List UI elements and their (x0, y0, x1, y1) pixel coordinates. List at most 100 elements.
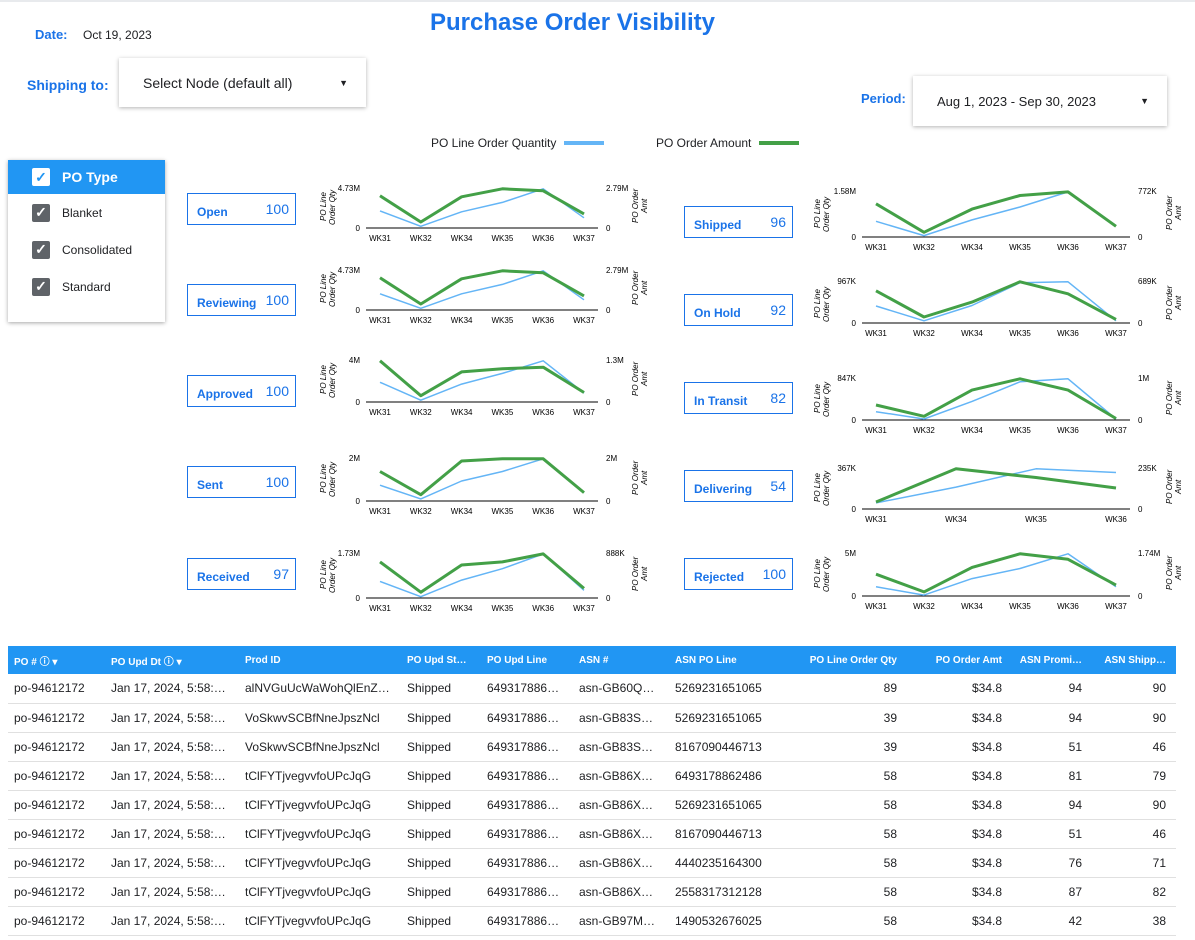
col-header-po-upd-status[interactable]: PO Upd St… (401, 646, 481, 674)
left-axis-max-label: 4.73M (338, 266, 361, 275)
table-cell: Shipped (401, 732, 481, 762)
po-type-option-standard[interactable]: ✓ Standard (8, 268, 165, 305)
right-axis-max-label: 2.79M (606, 184, 629, 193)
table-cell: 1490532676025 (669, 906, 789, 936)
col-header-po-line-order-qty[interactable]: PO Line Order Qty (789, 646, 907, 674)
right-axis-max-label: 888K (606, 549, 625, 558)
status-card-open[interactable]: Open 100 (187, 193, 296, 225)
status-card-on-hold[interactable]: On Hold 92 (684, 294, 793, 326)
left-axis-max-label: 4.73M (338, 184, 361, 193)
table-cell: 76 (1012, 848, 1092, 878)
series-line-amt (379, 552, 585, 594)
status-card-received[interactable]: Received 97 (187, 558, 296, 590)
col-header-po-order-amt[interactable]: PO Order Amt (907, 646, 1012, 674)
x-tick-label: WK35 (492, 316, 514, 325)
status-card-delivering[interactable]: Delivering 54 (684, 470, 793, 502)
left-axis-zero-label: 0 (356, 398, 361, 407)
right-axis-title: Amt (640, 371, 649, 387)
checkbox-checked-icon[interactable]: ✓ (32, 240, 50, 259)
table-cell: Shipped (401, 703, 481, 733)
left-axis-zero-label: 0 (852, 233, 857, 242)
status-card-shipped[interactable]: Shipped 96 (684, 206, 793, 238)
x-tick-label: WK37 (1105, 329, 1127, 338)
left-axis-max-label: 1.58M (834, 187, 857, 196)
x-tick-label: WK32 (410, 234, 432, 243)
x-tick-label: WK34 (961, 602, 983, 611)
status-card-in-transit[interactable]: In Transit 82 (684, 382, 793, 414)
col-header-asn-promised[interactable]: ASN Promi… (1012, 646, 1092, 674)
checkbox-checked-icon[interactable]: ✓ (32, 168, 50, 186)
legend-qty-swatch (564, 141, 605, 145)
x-tick-label: WK35 (492, 507, 514, 516)
x-tick-label: WK36 (532, 507, 554, 516)
left-axis-title: Order Qty (822, 381, 831, 417)
table-row[interactable]: po-94612172 Jan 17, 2024, 5:58:… VoSkwvSCB… (8, 732, 1176, 762)
table-header-row: PO # ⓘ ▾ PO Upd Dt ⓘ ▾ Prod ID PO Upd St… (8, 646, 1176, 674)
mini-line-chart: PO Line Order Qty PO Order Amt 1.73M 0 888K 0 WK… (319, 549, 649, 613)
x-tick-label: WK36 (532, 408, 554, 417)
col-header-asn-shipped[interactable]: ASN Shipp… (1092, 646, 1176, 674)
status-card-reviewing[interactable]: Reviewing 100 (187, 284, 296, 316)
mini-line-chart: PO Line Order Qty PO Order Amt 367K 0 235K 0 WK3… (813, 464, 1183, 524)
table-row[interactable]: po-94612172 Jan 17, 2024, 5:58:… VoSkwvSCB… (8, 703, 1176, 733)
table-row[interactable]: po-94612172 Jan 17, 2024, 5:58:… tClFYTjve… (8, 906, 1176, 936)
checkbox-checked-icon[interactable]: ✓ (32, 277, 50, 296)
info-icon: ⓘ (39, 656, 50, 668)
table-cell: 8167090446713 (669, 732, 789, 762)
right-axis-max-label: 1.3M (606, 356, 624, 365)
period-select-value: Aug 1, 2023 - Sep 30, 2023 (937, 93, 1097, 109)
right-axis-title: Amt (1174, 390, 1183, 406)
table-cell: Jan 17, 2024, 5:58:… (105, 819, 239, 849)
period-select-dropdown[interactable]: Aug 1, 2023 - Sep 30, 2023 ▼ (913, 76, 1167, 126)
status-card-approved[interactable]: Approved 100 (187, 375, 296, 407)
table-cell: VoSkwvSCBfNneJpszNcl (239, 703, 401, 733)
x-tick-label: WK31 (865, 329, 887, 338)
table-cell: 38 (1092, 906, 1176, 936)
col-header-po-upd-dt[interactable]: PO Upd Dt ⓘ ▾ (105, 646, 239, 674)
col-header-po-upd-line[interactable]: PO Upd Line (481, 646, 573, 674)
table-row[interactable]: po-94612172 Jan 17, 2024, 5:58:… tClFYTjve… (8, 848, 1176, 878)
table-row[interactable]: po-94612172 Jan 17, 2024, 5:58:… tClFYTjve… (8, 877, 1176, 907)
table-cell: tClFYTjvegvvfoUPcJqG (239, 819, 401, 849)
x-tick-label: WK32 (913, 602, 935, 611)
x-tick-label: WK32 (913, 329, 935, 338)
table-cell: 51 (1012, 819, 1092, 849)
series-line-amt (875, 190, 1117, 234)
series-line-amt (875, 467, 1117, 504)
x-tick-label: WK37 (1105, 426, 1127, 435)
table-row[interactable]: po-94612172 Jan 17, 2024, 5:58:… tClFYTjve… (8, 819, 1176, 849)
po-type-header[interactable]: ✓ PO Type (8, 160, 165, 194)
x-tick-label: WK36 (532, 234, 554, 243)
left-axis-title: PO Line (813, 289, 822, 318)
left-axis-title: Order Qty (822, 196, 831, 232)
x-tick-label: WK36 (532, 316, 554, 325)
table-row[interactable]: po-94612172 Jan 17, 2024, 5:58:… alNVGuUcW… (8, 674, 1176, 704)
table-cell: 71 (1092, 848, 1176, 878)
table-cell: 81 (1012, 761, 1092, 791)
node-select-dropdown[interactable]: Select Node (default all) ▼ (119, 58, 366, 107)
x-tick-label: WK35 (492, 234, 514, 243)
right-axis-max-label: 772K (1138, 187, 1157, 196)
table-row[interactable]: po-94612172 Jan 17, 2024, 5:58:… tClFYTjve… (8, 761, 1176, 791)
checkbox-checked-icon[interactable]: ✓ (32, 203, 50, 222)
x-tick-label: WK36 (532, 604, 554, 613)
left-axis-zero-label: 0 (356, 306, 361, 315)
table-cell: Jan 17, 2024, 5:58:… (105, 848, 239, 878)
po-type-option-consolidated[interactable]: ✓ Consolidated (8, 231, 165, 268)
status-card-sent[interactable]: Sent 100 (187, 466, 296, 498)
status-card-rejected[interactable]: Rejected 100 (684, 558, 793, 590)
col-header-asn-number[interactable]: ASN # (573, 646, 669, 674)
left-axis-zero-label: 0 (356, 224, 361, 233)
col-header-prod-id[interactable]: Prod ID (239, 646, 401, 674)
left-axis-title: Order Qty (822, 470, 831, 506)
table-cell: 649317886… (481, 848, 573, 878)
po-type-option-blanket[interactable]: ✓ Blanket (8, 194, 165, 231)
col-header-asn-po-line[interactable]: ASN PO Line (669, 646, 789, 674)
table-row[interactable]: po-94612172 Jan 17, 2024, 5:58:… tClFYTjve… (8, 790, 1176, 820)
col-header-po-number[interactable]: PO # ⓘ ▾ (8, 646, 105, 674)
x-tick-label: WK35 (1009, 602, 1031, 611)
x-tick-label: WK37 (573, 408, 595, 417)
table-cell: $34.8 (907, 790, 1012, 820)
x-tick-label: WK37 (1105, 243, 1127, 252)
x-tick-label: WK37 (573, 234, 595, 243)
